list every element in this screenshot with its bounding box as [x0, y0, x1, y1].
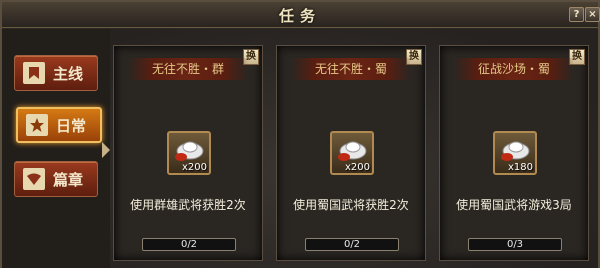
task-card: 换 征战沙场・蜀 x180 使用蜀国武将游戏3局 0/3: [439, 45, 589, 261]
progress-text: 0/2: [180, 239, 198, 250]
tab-daily[interactable]: 日常: [16, 107, 102, 143]
task-card: 换 无往不胜・群 x200 使用群雄武将获胜2次 0/2: [113, 45, 263, 261]
task-description: 使用群雄武将获胜2次: [130, 198, 246, 212]
silver-reward-icon[interactable]: x180: [493, 131, 537, 175]
tab-daily-label: 日常: [56, 116, 87, 135]
task-list: 换 无往不胜・群 x200 使用群雄武将获胜2次 0/2 换 无往不胜・蜀 x2…: [110, 29, 598, 268]
close-button[interactable]: ×: [585, 7, 600, 22]
progress-bar: 0/2: [305, 238, 399, 251]
tab-main-quest-label: 主线: [53, 64, 84, 83]
fan-icon: [23, 168, 45, 190]
silver-reward-icon[interactable]: x200: [167, 131, 211, 175]
task-window: 任务 ? × 主线 日常 篇章 换 无往不胜・群 x200 使用群雄武将获胜2次…: [0, 0, 600, 268]
silver-reward-icon[interactable]: x200: [330, 131, 374, 175]
title-bar: 任务 ? ×: [2, 2, 600, 28]
tab-main-quest[interactable]: 主线: [14, 55, 98, 91]
progress-text: 0/3: [506, 239, 524, 250]
progress-bar: 0/3: [468, 238, 562, 251]
help-button[interactable]: ?: [569, 7, 584, 22]
progress-bar: 0/2: [142, 238, 236, 251]
task-card: 换 无往不胜・蜀 x200 使用蜀国武将获胜2次 0/2: [276, 45, 426, 261]
banner-icon: [23, 62, 45, 84]
star-icon: [26, 114, 48, 136]
tab-chapter-label: 篇章: [53, 170, 84, 189]
task-title: 无往不胜・蜀: [291, 58, 411, 80]
progress-text: 0/2: [343, 239, 361, 250]
reward-count: x180: [507, 162, 533, 173]
window-title: 任务: [278, 7, 321, 25]
reward-count: x200: [344, 162, 370, 173]
sidebar: 主线 日常 篇章: [2, 29, 110, 268]
active-tab-pointer: [102, 142, 110, 158]
task-description: 使用蜀国武将获胜2次: [293, 198, 409, 212]
tab-chapter[interactable]: 篇章: [14, 161, 98, 197]
task-title: 无往不胜・群: [128, 58, 248, 80]
reward-count: x200: [181, 162, 207, 173]
task-title: 征战沙场・蜀: [454, 58, 574, 80]
task-description: 使用蜀国武将游戏3局: [456, 198, 572, 212]
